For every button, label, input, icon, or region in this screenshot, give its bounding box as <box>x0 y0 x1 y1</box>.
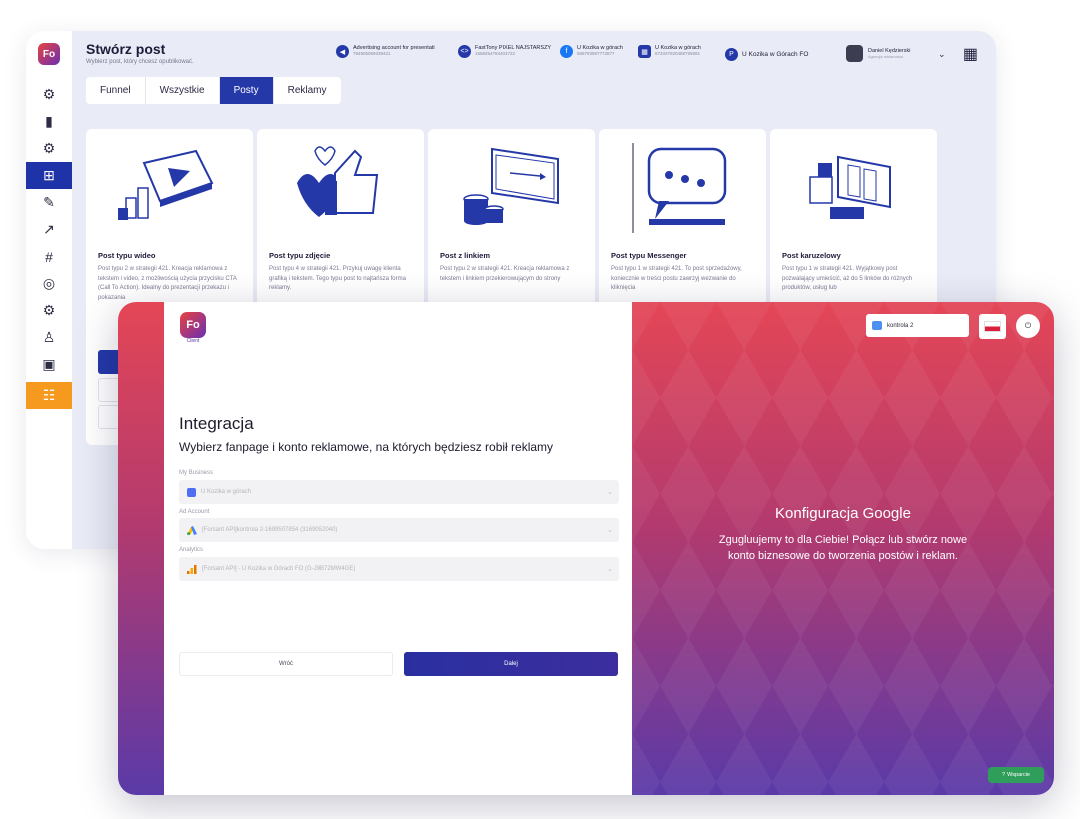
chevron-down-icon: ⌄ <box>607 527 613 534</box>
language-switcher[interactable] <box>979 314 1006 339</box>
topbar: Stwórz post Wybierz post, który chcesz o… <box>86 41 986 77</box>
analytics-icon <box>187 564 197 574</box>
team-icon[interactable]: ☷ <box>26 382 72 409</box>
google-config-panel: kontrola 2 ⏻ Konfiguracja Google Zgugluu… <box>632 302 1054 795</box>
account-ad[interactable]: ◀ Advertising account for presentati 7949… <box>336 45 435 58</box>
account-pixel[interactable]: <> FastTony PIXEL NAJSTARSZY 155825478440… <box>458 45 551 58</box>
account-icon <box>872 321 882 330</box>
card-title: Post typu Messenger <box>611 251 687 260</box>
integration-subtitle: Wybierz fanpage i konto reklamowe, na kt… <box>179 440 554 454</box>
tab-funnel[interactable]: Funnel <box>86 77 146 104</box>
page-subtitle: Wybierz post, który chcesz opublikować. <box>86 59 194 65</box>
chat-bubble-illustration <box>632 143 727 233</box>
video-illustration <box>118 149 214 220</box>
settings-icon[interactable]: ⚙ <box>26 81 72 108</box>
google-config-desc: Zgugluujemy to dla Ciebie! Połącz lub st… <box>718 534 968 562</box>
card-desc: Post typu 1 w strategii 421. To post spr… <box>611 266 742 291</box>
card-title: Post typu zdjęcie <box>269 251 331 260</box>
chevron-down-icon: ⌄ <box>607 566 613 573</box>
integration-form-panel: Fo Client Integracja Wybierz fanpage i k… <box>164 302 632 795</box>
edit-icon[interactable]: ✎ <box>26 189 72 216</box>
google-config-title: Konfiguracja Google <box>775 505 911 522</box>
google-ads-icon <box>187 525 197 535</box>
support-button[interactable]: ? Wsparcie <box>988 767 1044 783</box>
account-switcher[interactable]: kontrola 2 <box>866 314 969 337</box>
chart-icon[interactable]: ↗ <box>26 216 72 243</box>
monitor-illustration <box>463 147 559 225</box>
chevron-down-icon: ⌄ <box>607 489 613 496</box>
ad-account-select[interactable]: [Forsant API]kontrola 2-1699507854 (3169… <box>179 518 619 542</box>
carousel-illustration <box>809 155 891 219</box>
megaphone-icon: ◀ <box>336 45 349 58</box>
gears-icon[interactable]: ⚙ <box>26 135 72 162</box>
app-logo: Fo <box>180 312 206 338</box>
thumbs-up-illustration <box>297 146 379 217</box>
card-desc: Post typu 1 w strategii 421. Wyjątkowy p… <box>782 266 913 291</box>
business-icon <box>187 487 196 497</box>
card-desc: Post typu 2 w strategii 421. Kreacja rek… <box>440 266 570 282</box>
tab-ads[interactable]: Reklamy <box>274 77 341 104</box>
avatar <box>846 45 863 62</box>
briefcase-icon[interactable]: ▣ <box>26 351 72 378</box>
page-title: Stwórz post <box>86 41 166 57</box>
add-post-icon[interactable]: ⊞ <box>26 162 72 189</box>
app-logo[interactable]: Fo <box>38 43 60 65</box>
tab-posts[interactable]: Posty <box>219 77 274 104</box>
stats-icon[interactable]: ▮ <box>26 108 72 135</box>
analytics-label: Analytics <box>179 547 204 553</box>
instagram-icon: ▦ <box>638 45 651 58</box>
globe-icon[interactable]: ◎ <box>26 270 72 297</box>
next-button[interactable]: Dalej <box>404 652 618 676</box>
chevron-down-icon[interactable]: ⌄ <box>938 49 946 60</box>
polish-flag-icon <box>984 321 1001 332</box>
user-menu[interactable]: Daniel Kędzierski Agencja reklamowa <box>846 45 911 62</box>
account-instagram[interactable]: ▦ U Kozika w górach 673337920488795691 <box>638 45 701 58</box>
page-icon: P <box>725 48 738 61</box>
my-business-select[interactable]: U Kozika w górach ⌄ <box>179 480 619 504</box>
hashtag-icon[interactable]: # <box>26 243 72 270</box>
tab-bar: Funnel Wszystkie Posty Reklamy <box>86 77 341 104</box>
config-icon[interactable]: ⚙ <box>26 297 72 324</box>
card-title: Post karuzelowy <box>782 251 841 260</box>
account-facebook[interactable]: f U Kozika w górach 688793597773877 <box>560 45 623 58</box>
card-desc: Post typu 2 w strategii 421. Kreacja rek… <box>98 266 237 301</box>
my-business-label: My Business <box>179 470 214 476</box>
help-icon: ? <box>1002 772 1006 778</box>
logout-icon[interactable]: ⏻ <box>1016 314 1040 338</box>
analytics-select[interactable]: [Forsant API] - U Kozika w Górach FO (G-… <box>179 557 619 581</box>
back-button[interactable]: Wróć <box>179 652 393 676</box>
tab-all[interactable]: Wszystkie <box>146 77 220 104</box>
facebook-icon: f <box>560 45 573 58</box>
integration-window: Fo Client Integracja Wybierz fanpage i k… <box>118 302 1054 795</box>
apps-grid-icon[interactable]: ▦ <box>963 44 978 64</box>
card-desc: Post typu 4 w strategii 421. Przykuj uwa… <box>269 266 406 291</box>
account-fanpage[interactable]: P U Kozika w Górach FO <box>725 48 808 61</box>
app-logo-sub: Client <box>186 338 200 344</box>
integration-title: Integracja <box>179 414 254 433</box>
card-title: Post typu wideo <box>98 251 156 260</box>
user-icon[interactable]: ♙ <box>26 324 72 351</box>
card-title: Post z linkiem <box>440 251 491 260</box>
sidebar: Fo ⚙ ▮ ⚙ ⊞ ✎ ↗ # ◎ ⚙ ♙ ▣ ☷ <box>26 31 72 549</box>
code-icon: <> <box>458 45 471 58</box>
ad-account-label: Ad Account <box>179 509 210 515</box>
